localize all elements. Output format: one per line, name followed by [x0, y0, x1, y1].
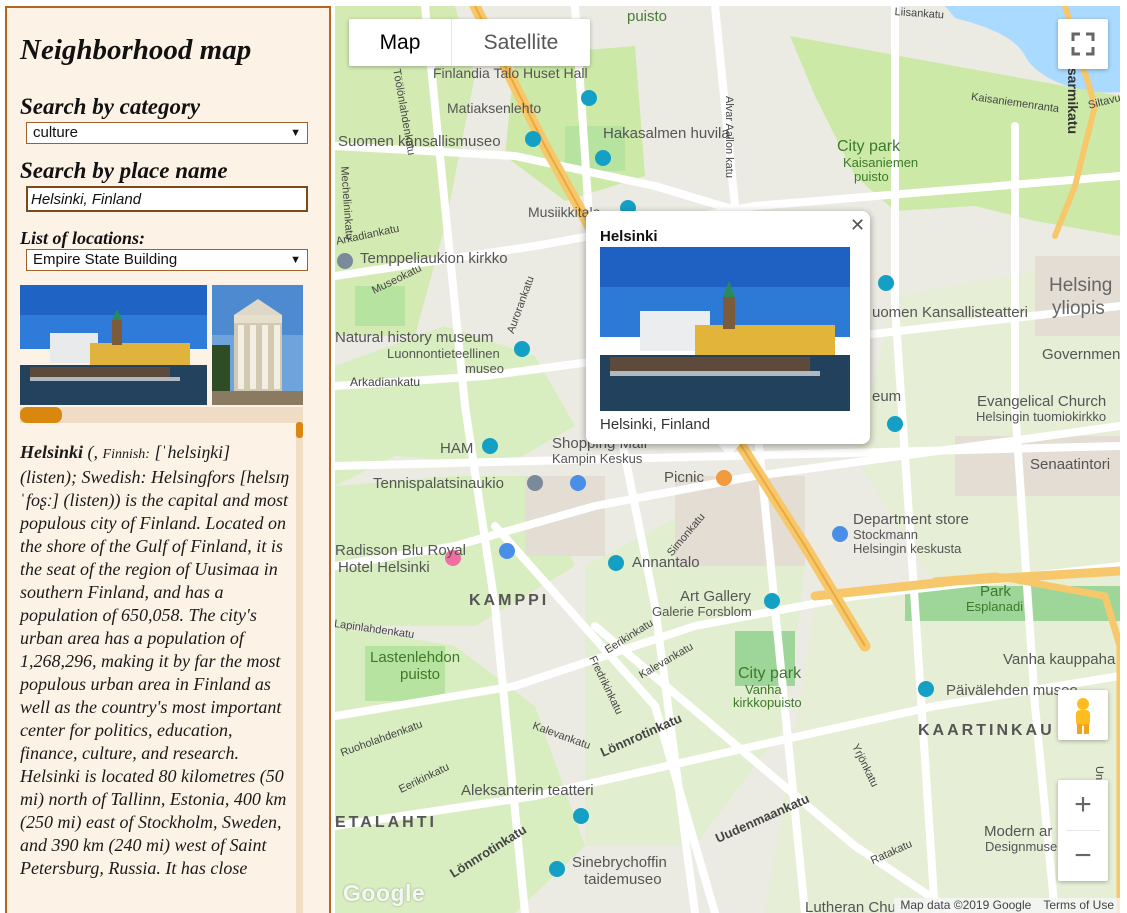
google-logo: Google [343, 880, 426, 906]
map-label: KAMPPI [469, 592, 550, 609]
terms-link[interactable]: Terms of Use [1037, 898, 1120, 913]
map-label: kirkkopuisto [733, 695, 802, 710]
map-label: Annantalo [632, 554, 700, 571]
map-label: Kampin Keskus [552, 451, 643, 466]
map-label: Hotel Helsinki [338, 559, 430, 576]
map-label: Luonnontieteellinen [387, 346, 500, 361]
map-label: Lutheran Chu [805, 899, 896, 913]
map[interactable]: puisto Finlandia Talo Huset Hall Matiaks… [335, 6, 1120, 913]
map-type-satellite-button[interactable]: Satellite [452, 19, 590, 66]
map-label: Kaisaniemen [843, 155, 919, 170]
map-label: Sinebrychoffin [572, 854, 667, 871]
map-data-credit: Map data ©2019 Google [900, 898, 1032, 912]
description-body: [ˈhelsiŋki] (listen); Swedish: Helsingfo… [20, 442, 289, 878]
pegman-icon [1076, 698, 1090, 734]
description-lead: (, [83, 442, 103, 462]
close-icon[interactable]: ✕ [850, 215, 865, 236]
map-label: Matiaksenlehto [447, 100, 542, 116]
place-search-input[interactable] [26, 186, 308, 212]
map-label: puisto [854, 169, 889, 184]
map-label: City park [738, 665, 802, 682]
locations-select[interactable]: Empire State Building ▼ [26, 249, 308, 271]
info-window: Helsinki ✕ Helsinki, Finland [586, 211, 870, 444]
map-type-map-button[interactable]: Map [349, 19, 452, 66]
photo-thumbnail[interactable] [212, 285, 303, 405]
place-heading: Search by place name [20, 158, 228, 183]
map-label: Department store [853, 511, 969, 528]
map-label: museo [465, 361, 505, 376]
map-label: Picnic [664, 469, 705, 486]
map-label: Galerie Forsblom [652, 604, 752, 619]
map-label: Senaatintori [1030, 456, 1111, 473]
locations-heading: List of locations: [20, 228, 145, 248]
map-label: Radisson Blu Royal [335, 542, 466, 559]
map-label: Natural history museum [335, 329, 494, 346]
map-label: Government [1042, 346, 1120, 363]
map-label: Temppeliaukion kirkko [360, 250, 508, 267]
map-label: taidemuseo [584, 871, 662, 888]
map-label: Evangelical Church [977, 393, 1107, 410]
map-label: Helsing [1049, 275, 1113, 296]
description-scroll-thumb[interactable] [296, 422, 303, 438]
category-select[interactable]: culture ▼ [26, 122, 308, 144]
map-label: Helsingin tuomiokirkko [976, 409, 1107, 424]
map-label: Finlandia Talo Huset Hall [433, 65, 588, 81]
photo-strip-scrollbar[interactable] [20, 407, 303, 423]
map-label: City park [837, 138, 901, 155]
map-type-control: Map Satellite [349, 19, 590, 66]
dropdown-arrow-icon: ▼ [290, 127, 301, 139]
map-label: puisto [627, 8, 668, 25]
map-label: uomen Kansallisteatteri [872, 304, 1028, 321]
info-window-tail [717, 443, 741, 457]
description-finnish-label: Finnish: [102, 447, 150, 462]
app-title: Neighborhood map [20, 34, 252, 66]
fullscreen-button[interactable] [1058, 19, 1108, 69]
zoom-control: + − [1058, 780, 1108, 881]
photo-thumbnail[interactable] [20, 285, 207, 405]
map-label: Tennispalatsinaukio [373, 475, 504, 492]
sidebar: Neighborhood map Search by category cult… [5, 6, 331, 913]
map-label: Hakasalmen huvila [603, 125, 730, 142]
map-label: HAM [440, 440, 474, 457]
map-attribution: Map data ©2019 Google Terms of Use [894, 898, 1120, 913]
info-window-caption: Helsinki, Finland [600, 416, 711, 433]
map-label: Modern ar [984, 823, 1053, 840]
map-label: Vanha kauppaha [1003, 651, 1116, 668]
fullscreen-icon [1071, 32, 1095, 56]
info-window-photo [600, 247, 850, 411]
map-label: Lastenlehdon [370, 649, 461, 666]
zoom-in-button[interactable]: + [1058, 780, 1108, 830]
dropdown-arrow-icon: ▼ [290, 254, 301, 266]
map-label: puisto [400, 666, 441, 683]
description-place-name: Helsinki [20, 442, 84, 462]
map-label: Stockmann [853, 527, 919, 542]
map-label: Aleksanterin teatteri [461, 782, 594, 799]
zoom-out-button[interactable]: − [1058, 831, 1108, 881]
map-label: Park [980, 583, 1011, 600]
map-label: Designmuse [985, 839, 1058, 854]
street-view-button[interactable] [1058, 690, 1108, 740]
map-label: Alvar Aallon katu [723, 96, 735, 178]
map-label: eum [872, 388, 902, 405]
description-scrollbar[interactable] [296, 422, 303, 913]
map-label: yliopis [1052, 298, 1105, 319]
map-label: Esplanadi [966, 599, 1024, 614]
map-label: ETALAHTI [335, 814, 437, 831]
photo-strip-scroll-thumb[interactable] [20, 407, 62, 423]
locations-select-value: Empire State Building [33, 251, 178, 268]
info-window-title: Helsinki [600, 228, 658, 245]
map-label: Arkadiankatu [350, 375, 421, 389]
map-label: Suomen kansallismuseo [338, 133, 501, 150]
map-label: Art Gallery [680, 588, 751, 605]
photo-strip [20, 285, 303, 407]
category-heading: Search by category [20, 94, 201, 119]
map-label: KAARTINKAU [918, 722, 1055, 739]
place-description: Helsinki (, Finnish: [ˈhelsiŋki] (listen… [20, 441, 290, 880]
map-label: Helsingin keskusta [853, 541, 962, 556]
category-select-value: culture [33, 124, 79, 141]
